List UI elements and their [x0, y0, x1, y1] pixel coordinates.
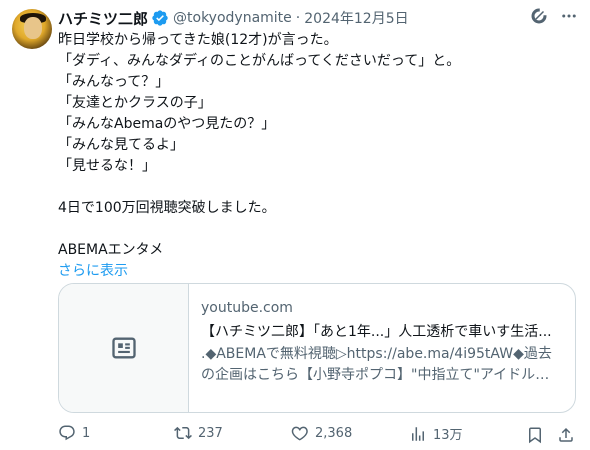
like-count: 2,368	[315, 425, 353, 441]
card-domain: youtube.com	[201, 300, 293, 316]
tweet-line: 昨日学校から帰ってきた娘(12才)が言った。	[58, 32, 338, 48]
article-icon	[111, 337, 136, 359]
tweet-line: 「見せるな！」	[58, 158, 156, 174]
views-chart-icon	[412, 426, 424, 441]
tweet-line: ABEMAエンタメ	[58, 242, 164, 258]
show-more-link[interactable]: さらに表示	[58, 261, 578, 282]
link-preview-card[interactable]: youtube.com 【ハチミツ二郎】「あと1年...」人工透析で車いす生活.…	[58, 283, 576, 413]
tweet-line: 「みんなAbemaのやつ見たの？」	[58, 116, 276, 132]
card-title[interactable]: 【ハチミツ二郎】「あと1年...」人工透析で車いす生活...	[201, 322, 561, 342]
verified-badge-icon[interactable]	[151, 9, 169, 27]
reply-icon	[59, 425, 75, 441]
card-description-line: の企画はこちら【小野寺ポプコ】"中指立て"アイドルを...	[201, 367, 561, 383]
reply-button[interactable]: 1	[58, 424, 90, 442]
grok-icon[interactable]	[530, 7, 548, 25]
bookmark-icon[interactable]	[526, 426, 544, 444]
reply-count: 1	[82, 425, 91, 441]
card-thumbnail	[59, 284, 189, 412]
tweet-line: 「ダディ、みんなダディのことがんばってくださいだって」と。	[58, 53, 461, 69]
avatar[interactable]	[12, 9, 52, 49]
tweet-header: ハチミツ二郎 @tokyodynamite · 2024年12月5日	[58, 7, 409, 29]
post-date[interactable]: 2024年12月5日	[304, 8, 408, 28]
view-count: 13万	[433, 428, 463, 443]
action-bar: 1 237 2,368 13万	[58, 424, 578, 446]
share-icon[interactable]	[557, 426, 575, 444]
heart-icon	[291, 426, 308, 441]
separator-dot: ·	[295, 10, 301, 26]
tweet-line: 「みんな見てるよ」	[58, 137, 184, 153]
like-button[interactable]: 2,368	[291, 424, 352, 442]
more-options-icon[interactable]	[560, 7, 578, 25]
retweet-count: 237	[198, 425, 223, 441]
retweet-icon	[174, 426, 192, 440]
avatar-face	[24, 17, 42, 39]
card-body: youtube.com 【ハチミツ二郎】「あと1年...」人工透析で車いす生活.…	[189, 284, 571, 412]
tweet-text: 昨日学校から帰ってきた娘(12才)が言った。 「ダディ、みんなダディのことがんば…	[58, 30, 578, 282]
top-actions	[530, 7, 578, 25]
tweet-line: 4日で100万回視聴突破しました。	[58, 200, 276, 216]
card-description-line: .◆ABEMAで無料視聴▷https://abe.ma/4i95tAW◆過去	[201, 346, 552, 362]
retweet-button[interactable]: 237	[174, 424, 223, 442]
tweet-line: 「みんなって？」	[58, 74, 170, 90]
views-button[interactable]: 13万	[409, 424, 463, 443]
tweet-line: 「友達とかクラスの子」	[58, 95, 212, 111]
display-name[interactable]: ハチミツ二郎	[58, 8, 148, 29]
card-description: .◆ABEMAで無料視聴▷https://abe.ma/4i95tAW◆過去 の…	[201, 344, 561, 386]
user-handle[interactable]: @tokyodynamite	[173, 10, 292, 26]
